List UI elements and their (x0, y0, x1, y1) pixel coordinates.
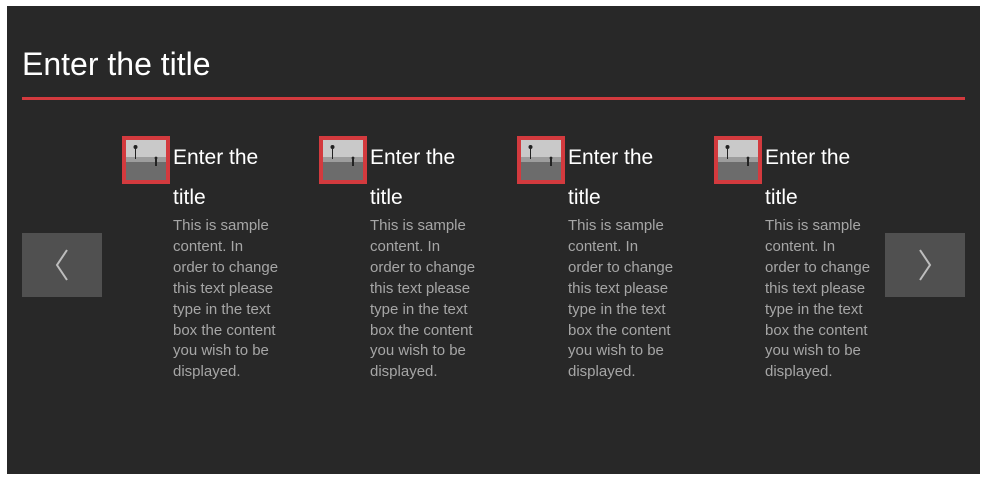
item-title: Enter the title (568, 146, 654, 209)
item-thumbnail[interactable] (319, 136, 367, 184)
beach-photo-icon (323, 140, 363, 180)
chevron-right-icon (919, 249, 932, 281)
previous-button[interactable] (22, 233, 102, 297)
item-thumbnail[interactable] (122, 136, 170, 184)
item-description: This is sample content. In order to chan… (765, 217, 871, 381)
item-title: Enter the title (765, 146, 851, 209)
item-thumbnail[interactable] (517, 136, 565, 184)
carousel-item: Enter the title This is sample content. … (517, 136, 707, 436)
item-title: Enter the title (173, 146, 259, 209)
beach-photo-icon (521, 140, 561, 180)
title-divider (22, 97, 965, 100)
page-title: Enter the title (22, 46, 211, 82)
carousel-item: Enter the title This is sample content. … (122, 136, 312, 436)
carousel-item: Enter the title This is sample content. … (714, 136, 904, 436)
carousel-panel: Enter the title Enter the title This is … (7, 6, 980, 474)
item-thumbnail[interactable] (714, 136, 762, 184)
beach-photo-icon (126, 140, 166, 180)
item-description: This is sample content. In order to chan… (568, 217, 674, 381)
item-description: This is sample content. In order to chan… (173, 217, 279, 381)
chevron-left-icon (55, 249, 68, 281)
carousel-item: Enter the title This is sample content. … (319, 136, 509, 436)
item-description: This is sample content. In order to chan… (370, 217, 476, 381)
item-title: Enter the title (370, 146, 456, 209)
beach-photo-icon (718, 140, 758, 180)
next-button[interactable] (885, 233, 965, 297)
